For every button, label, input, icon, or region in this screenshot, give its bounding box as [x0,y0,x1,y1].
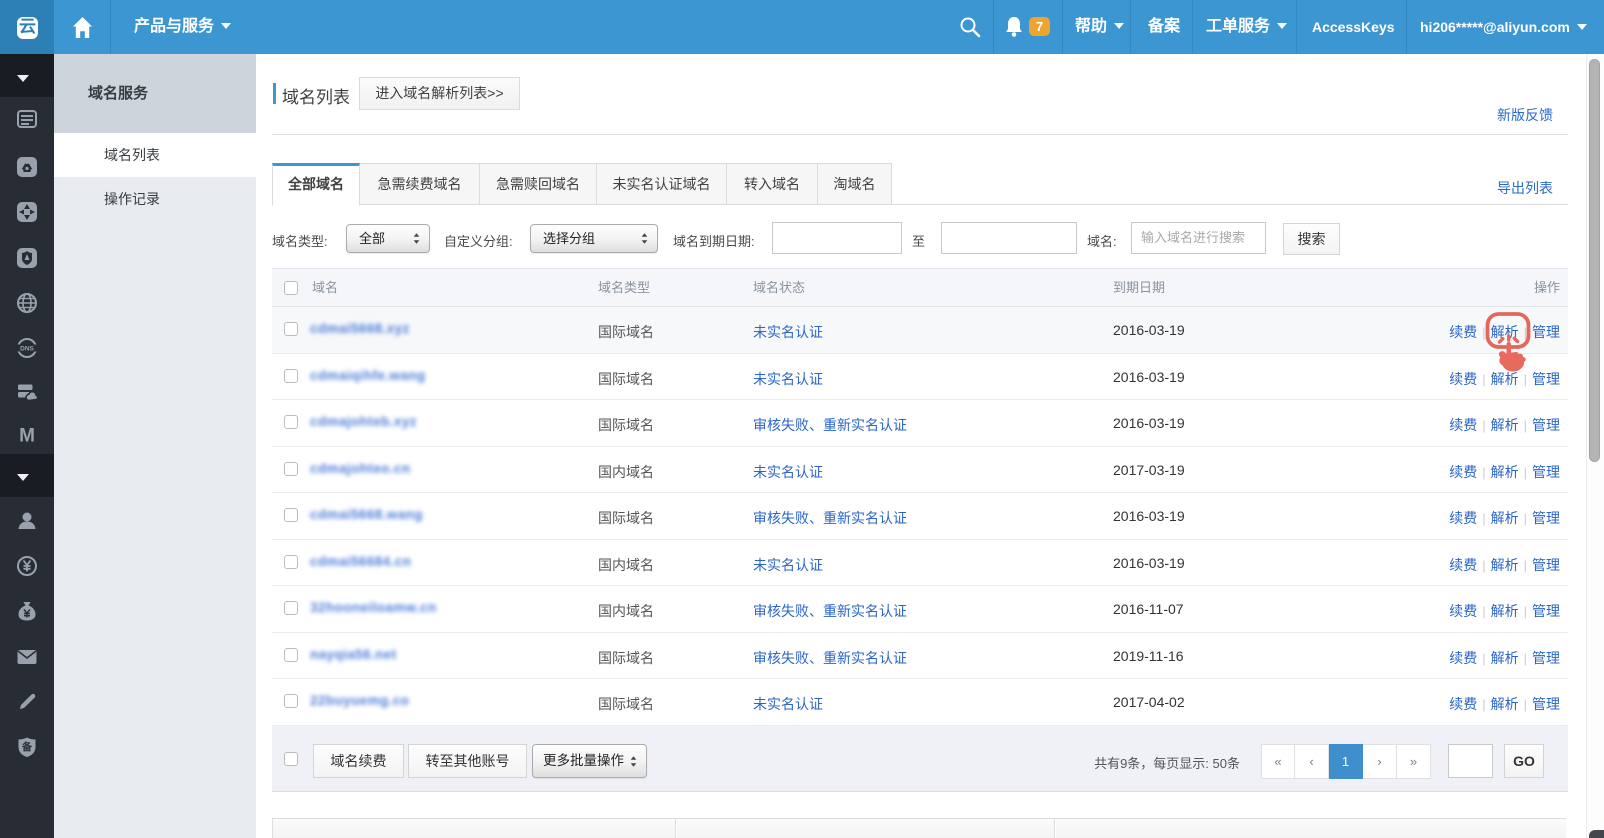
svg-text:备: 备 [21,741,33,754]
svg-text:DNS: DNS [20,345,34,352]
svg-text:M: M [19,426,35,447]
